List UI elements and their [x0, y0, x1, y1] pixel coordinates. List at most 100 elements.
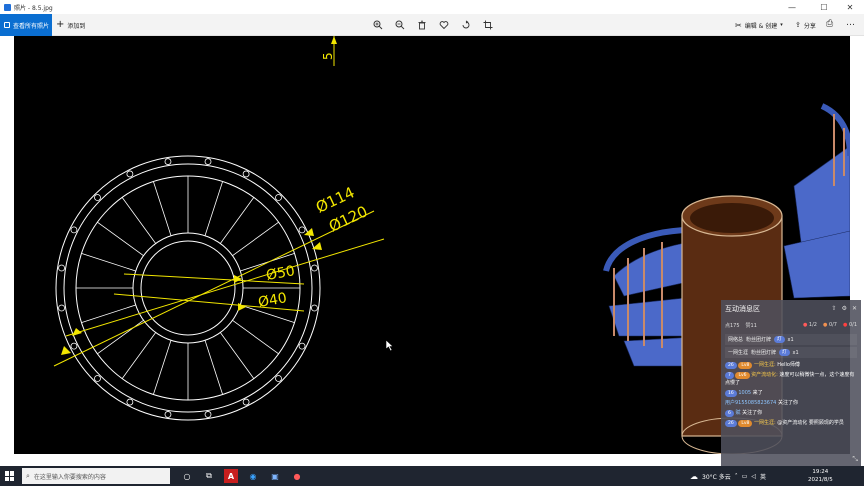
crop-icon[interactable] — [482, 19, 494, 31]
chat-message: 6 赋 关注了你 — [721, 408, 861, 418]
chat-user[interactable]: 一网生涯: — [754, 420, 776, 426]
radial-spoke-line — [81, 253, 136, 272]
top-arrow-icon — [331, 36, 337, 44]
dimension-label-40: Ø40 — [257, 290, 288, 311]
edit-create-label: 编辑 & 创建 — [744, 22, 778, 30]
radial-spoke-line — [153, 181, 172, 236]
share-button[interactable]: ⇪ 分享 — [795, 14, 816, 36]
maximize-button[interactable]: ☐ — [814, 0, 834, 14]
windows-logo-icon — [5, 471, 9, 476]
task-view-icon[interactable]: ⧉ — [202, 469, 216, 483]
gift-text: 粉丝团灯牌 — [746, 337, 772, 343]
minimize-button[interactable]: — — [782, 0, 802, 14]
bolt-hole — [70, 342, 78, 350]
radial-spoke-line — [121, 332, 156, 379]
network-icon[interactable]: ▭ — [742, 473, 748, 480]
radial-spoke-line — [220, 197, 255, 244]
gift-icon: 灯 — [779, 349, 790, 356]
view-all-photos-button[interactable]: 查看所有照片 — [0, 14, 52, 36]
fan-badge: 7 — [725, 372, 734, 379]
chat-stats: 点175 赞11 ● 1/2 ● 0/7 ● 0/1 — [721, 318, 861, 332]
weather-text[interactable]: 30°C 多云 — [702, 472, 731, 481]
top-dimension-label: 5 — [321, 52, 335, 60]
edit-create-button[interactable]: ✂ 编辑 & 创建 ▾ — [735, 14, 783, 36]
close-button[interactable]: ✕ — [840, 0, 860, 14]
chat-title: 互动消息区 — [725, 305, 760, 313]
like-count: 赞11 — [745, 322, 757, 329]
photos-taskbar-icon[interactable]: ▣ — [268, 469, 282, 483]
bolt-hole — [275, 375, 282, 382]
favorite-icon[interactable] — [438, 19, 450, 31]
chat-text: @资产流动化 要照顾现的学员 — [777, 420, 844, 426]
bolt-hole — [298, 342, 306, 350]
print-icon[interactable]: ⎙ — [826, 19, 833, 29]
dimension-label-50: Ø50 — [265, 263, 296, 284]
autocad-app-icon[interactable]: A — [224, 469, 238, 483]
gift-user: 一网生涯 — [728, 350, 749, 356]
live-app-icon[interactable]: ● — [290, 469, 304, 483]
radial-spoke-line — [121, 197, 156, 244]
volume-icon[interactable]: ◁ — [751, 473, 756, 480]
gift-count: x1 — [792, 349, 799, 356]
tray-chevron-icon[interactable]: ˄ — [735, 473, 738, 480]
radial-spoke-line — [232, 221, 279, 256]
chat-header-actions: ⇧ ⚙ ✕ — [832, 305, 857, 312]
resize-icon[interactable]: ⤡ — [852, 455, 858, 464]
bolt-hole — [275, 194, 282, 201]
gift-stat-2-value: 0/7 — [828, 322, 837, 328]
cortana-icon[interactable]: ○ — [180, 469, 194, 483]
radial-spoke-line — [81, 304, 136, 323]
window-title: 照片 - 8.5.jpg — [14, 4, 53, 12]
ime-icon[interactable]: 英 — [760, 472, 766, 481]
bolt-hole — [58, 304, 65, 312]
radial-spoke-line — [204, 181, 223, 236]
start-button[interactable] — [5, 471, 15, 481]
taskbar-clock[interactable]: 19:24 2021/8/5 — [808, 468, 833, 484]
gift-row: 一网生涯 粉丝团灯牌 灯 x1 — [725, 347, 857, 358]
gift-stat-3-value: 0/1 — [848, 322, 857, 328]
chat-user[interactable]: 用户9155085823674 — [725, 400, 776, 406]
pin-icon[interactable]: ⇧ — [832, 305, 837, 312]
gift-stat-1: ● 1/2 — [803, 322, 817, 328]
chat-message: 7 Lv6 资产流动化: 速度可以稍微快一点，这个速度有点慢了 — [721, 370, 861, 388]
chat-user[interactable]: 赋 — [735, 410, 740, 416]
clock-date: 2021/8/5 — [808, 477, 833, 483]
more-icon[interactable]: … — [846, 18, 855, 28]
chevron-down-icon: ▾ — [780, 22, 783, 28]
zoom-out-icon[interactable] — [394, 19, 406, 31]
radial-spoke-line — [97, 221, 144, 256]
chat-user[interactable]: 1005 — [738, 390, 751, 396]
chat-message: 26 Lv8 一网生涯: Hello师傅 — [721, 360, 861, 370]
chat-user[interactable]: 资产流动化: — [751, 372, 778, 378]
fan-badge: 6 — [725, 410, 734, 417]
viewer-count: 点175 — [725, 322, 740, 329]
windows-logo-icon — [10, 476, 14, 481]
add-to-button[interactable]: + 添加到 — [56, 14, 85, 36]
zoom-in-icon[interactable] — [372, 19, 384, 31]
photos-icon — [4, 22, 10, 28]
share-label: 分享 — [803, 22, 816, 30]
close-chat-icon[interactable]: ✕ — [852, 305, 857, 312]
gift-user: 网络总 — [728, 337, 744, 343]
edge-browser-icon[interactable]: ◉ — [246, 469, 260, 483]
gift-count: x1 — [787, 336, 794, 343]
bolt-hole — [164, 158, 172, 165]
bolt-hole — [58, 264, 65, 272]
bolt-hole — [242, 170, 250, 178]
bolt-hole — [298, 226, 306, 234]
level-badge: Lv6 — [735, 372, 750, 379]
mouse-cursor-icon — [386, 340, 394, 351]
gift-stat-2: ● 0/7 — [823, 322, 837, 328]
search-icon: ⌕ — [26, 471, 30, 480]
gift-text: 粉丝团灯牌 — [751, 350, 777, 356]
flange-inner-ring — [140, 240, 236, 336]
rotate-icon[interactable] — [460, 19, 472, 31]
delete-icon[interactable] — [416, 19, 428, 31]
settings-icon[interactable]: ⚙ — [842, 305, 847, 312]
chat-user[interactable]: 一网生涯: — [754, 362, 776, 368]
radial-spoke-line — [153, 340, 172, 395]
taskbar-search-box[interactable]: ⌕ 在这里输入你要搜索的内容 — [22, 468, 170, 484]
bolt-hole — [311, 304, 318, 312]
bolt-hole — [70, 226, 78, 234]
chat-text: 关注了你 — [742, 410, 763, 416]
